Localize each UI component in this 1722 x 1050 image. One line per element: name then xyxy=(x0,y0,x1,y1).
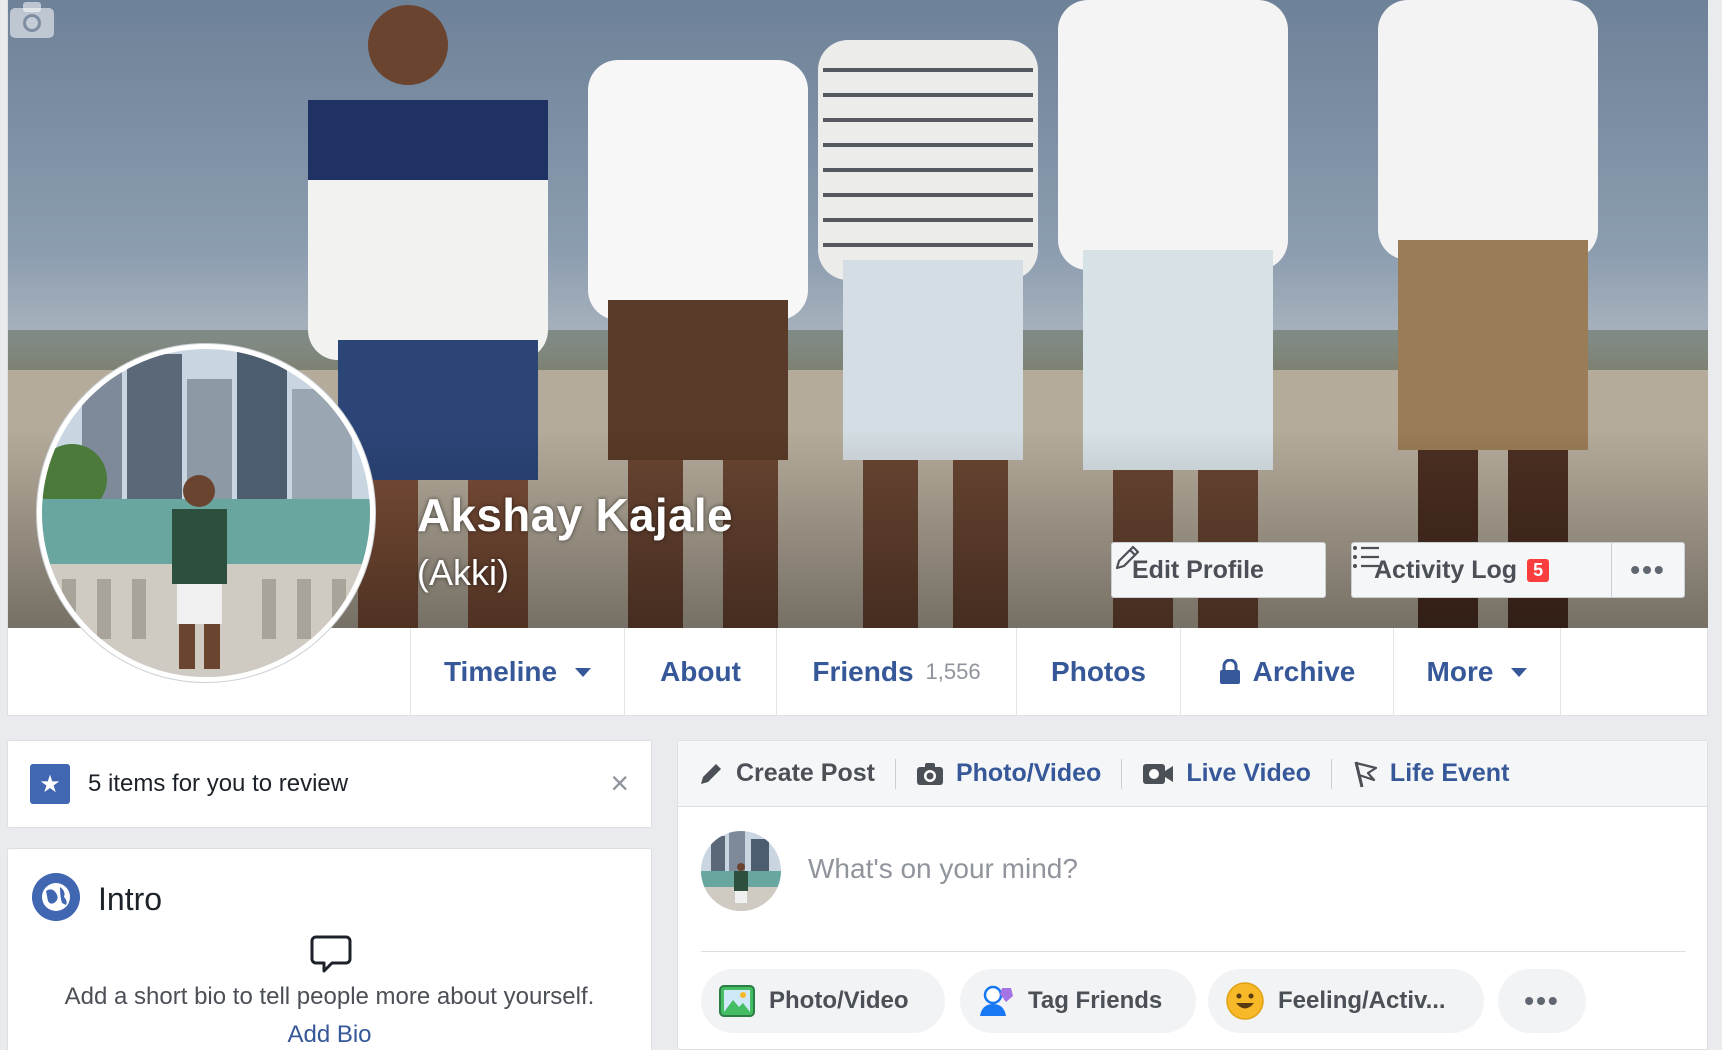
profile-picture[interactable] xyxy=(36,343,376,683)
globe-icon xyxy=(32,873,80,921)
intro-bio-prompt: Add a short bio to tell people more abou… xyxy=(64,983,595,1010)
tab-timeline[interactable]: Timeline xyxy=(410,628,624,716)
more-dots-icon: ••• xyxy=(1630,554,1666,585)
tab-friends[interactable]: Friends 1,556 xyxy=(776,628,1016,716)
close-icon[interactable]: × xyxy=(610,767,629,799)
smiley-icon xyxy=(1226,982,1264,1020)
create-post-label: Create Post xyxy=(736,759,875,787)
chevron-down-icon xyxy=(575,667,592,677)
photo-video-button-label: Photo/Video xyxy=(769,987,909,1014)
tab-more[interactable]: More xyxy=(1393,628,1561,716)
profile-tabs: Timeline About Friends 1,556 Photos Arch… xyxy=(410,628,1561,716)
lock-icon xyxy=(1219,659,1240,684)
divider xyxy=(894,758,896,789)
add-bio-link[interactable]: Add Bio xyxy=(8,1021,651,1049)
tab-more-label: More xyxy=(1426,656,1494,687)
video-camera-icon xyxy=(1143,763,1174,784)
feeling-activity-button[interactable]: Feeling/Activ... xyxy=(1208,969,1484,1033)
tab-archive-label: Archive xyxy=(1252,656,1356,687)
pencil-icon xyxy=(1115,545,1140,570)
tab-archive[interactable]: Archive xyxy=(1180,628,1393,716)
camera-icon xyxy=(916,762,943,785)
divider xyxy=(1121,758,1123,789)
activity-log-button[interactable]: Activity Log 5 xyxy=(1351,542,1611,598)
tag-friends-button[interactable]: Tag Friends xyxy=(960,969,1196,1033)
speech-bubble-icon xyxy=(310,935,352,973)
tab-about-label: About xyxy=(660,656,741,687)
edit-profile-label: Edit Profile xyxy=(1132,555,1264,584)
tag-friends-icon xyxy=(980,985,1013,1016)
post-composer: Create Post Photo/Video Live Video Life … xyxy=(677,740,1708,1050)
tab-about[interactable]: About xyxy=(624,628,776,716)
composer-avatar[interactable] xyxy=(701,831,781,911)
edit-profile-button[interactable]: Edit Profile xyxy=(1111,542,1326,598)
camera-icon[interactable] xyxy=(8,0,56,40)
avatar xyxy=(701,831,781,911)
feeling-activity-label: Feeling/Activ... xyxy=(1278,987,1446,1014)
photo-video-button[interactable]: Photo/Video xyxy=(701,969,945,1033)
cover-more-button[interactable]: ••• xyxy=(1611,542,1685,598)
life-event-tab[interactable]: Life Event xyxy=(1352,759,1529,788)
tab-timeline-label: Timeline xyxy=(443,656,558,687)
more-dots-icon: ••• xyxy=(1524,985,1560,1016)
photo-video-tab-label: Photo/Video xyxy=(955,759,1102,787)
star-icon: ★ xyxy=(30,764,70,804)
activity-log-badge: 5 xyxy=(1527,558,1550,582)
tab-friends-label: Friends xyxy=(812,656,914,687)
intro-title: Intro xyxy=(98,881,163,917)
intro-card: Intro Add a short bio to tell people mor… xyxy=(7,848,652,1050)
chevron-down-icon xyxy=(1511,667,1528,677)
photo-video-tab[interactable]: Photo/Video xyxy=(916,759,1121,788)
list-icon xyxy=(1353,546,1379,568)
live-video-label: Live Video xyxy=(1186,759,1311,787)
composer-divider xyxy=(701,951,1686,952)
status-input[interactable] xyxy=(808,853,1608,885)
review-items-card[interactable]: ★ 5 items for you to review × xyxy=(7,740,652,828)
review-items-text: 5 items for you to review xyxy=(88,770,349,797)
tag-friends-label: Tag Friends xyxy=(1028,987,1163,1014)
composer-more-button[interactable]: ••• xyxy=(1498,969,1586,1033)
profile-picture-image xyxy=(42,349,370,677)
life-event-label: Life Event xyxy=(1389,759,1510,787)
live-video-tab[interactable]: Live Video xyxy=(1142,759,1331,788)
divider xyxy=(1330,758,1332,789)
pencil-icon xyxy=(701,763,721,784)
create-post-tab[interactable]: Create Post xyxy=(698,759,895,788)
photo-icon xyxy=(719,985,755,1017)
tab-photos[interactable]: Photos xyxy=(1016,628,1180,716)
friends-count: 1,556 xyxy=(925,659,981,684)
activity-log-label: Activity Log xyxy=(1374,555,1518,584)
composer-tabs: Create Post Photo/Video Live Video Life … xyxy=(678,741,1707,807)
profile-alternate-name: (Akki) xyxy=(417,552,509,593)
flag-icon xyxy=(1354,761,1378,787)
profile-name[interactable]: Akshay Kajale xyxy=(417,488,733,542)
tab-photos-label: Photos xyxy=(1051,656,1146,687)
